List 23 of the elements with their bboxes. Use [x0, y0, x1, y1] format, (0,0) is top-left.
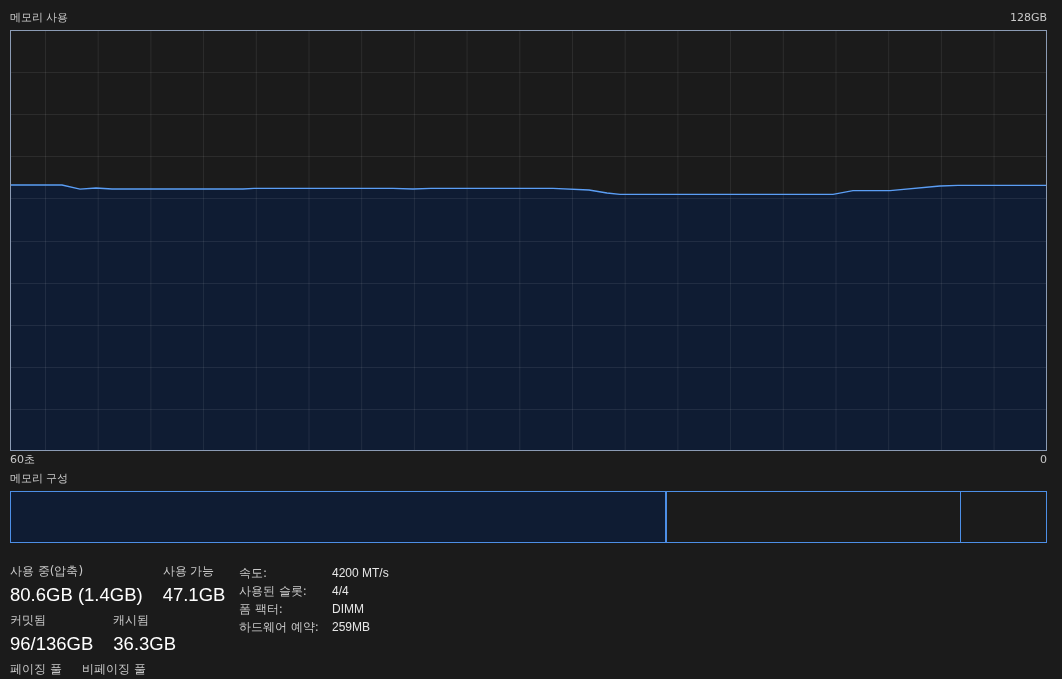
graph-title: 메모리 사용 — [10, 11, 69, 25]
stat-label: 비페이징 풀 — [81, 661, 146, 677]
stat-value: 36.3GB — [113, 632, 177, 656]
detail-value: 4200 MT/s — [332, 565, 389, 582]
stat-label: 페이징 풀 — [10, 661, 62, 677]
stat-value: 47.1GB — [162, 583, 226, 607]
stat-label: 커밋됨 — [10, 612, 47, 628]
detail-value: 4/4 — [332, 583, 350, 600]
detail-label: 사용된 슬롯: — [239, 583, 308, 600]
detail-label: 속도: — [239, 565, 269, 582]
detail-value: DIMM — [332, 601, 365, 618]
stat-value: 80.6GB (1.4GB) — [10, 583, 143, 607]
stat-label: 캐시됨 — [113, 612, 151, 628]
graph-max-label: 128GB — [1009, 11, 1047, 25]
axis-end-label: 0 — [1040, 453, 1047, 467]
detail-value: 259MB — [332, 619, 372, 636]
detail-label: 폼 팩터: — [239, 601, 284, 618]
stat-value: 96/136GB — [10, 632, 94, 656]
detail-label: 하드웨어 예약: — [239, 619, 320, 636]
stat-label: 사용 가능 — [162, 563, 216, 579]
axis-start-label: 60초 — [10, 453, 35, 467]
section-title: 메모리 구성 — [10, 472, 70, 486]
stat-label: 사용 중(압축) — [10, 563, 85, 579]
